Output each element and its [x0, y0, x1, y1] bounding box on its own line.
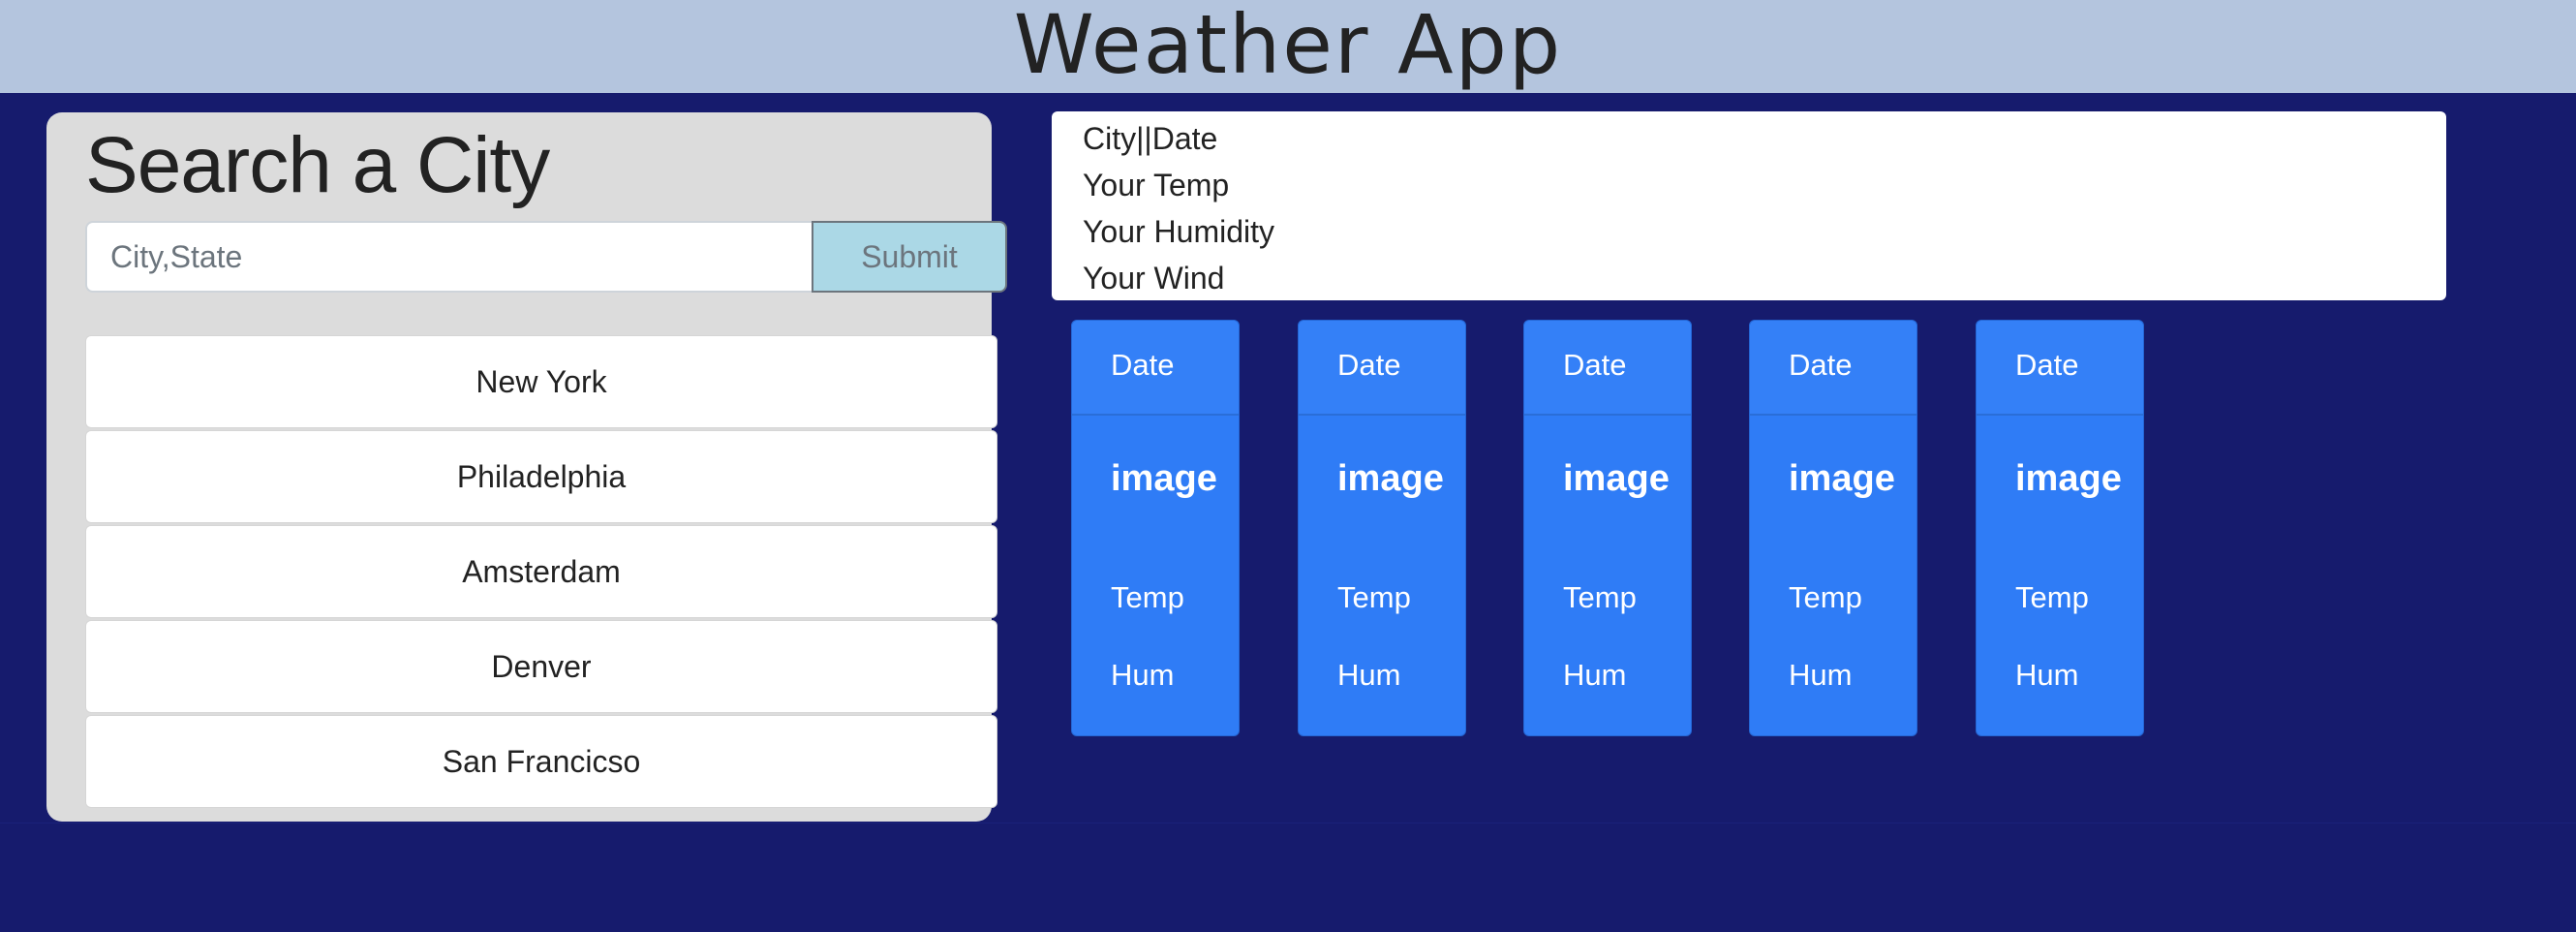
forecast-date: Date [1977, 321, 2143, 416]
forecast-image-placeholder: image [1563, 458, 1670, 499]
current-wind: Your Wind [1083, 261, 1225, 295]
city-item-philadelphia[interactable]: Philadelphia [85, 430, 997, 523]
search-title: Search a City [85, 121, 550, 209]
forecast-card: Date image Temp Hum [1523, 320, 1692, 736]
forecast-date: Date [1524, 321, 1691, 416]
forecast-temp: Temp [1337, 580, 1411, 614]
city-item-san-francisco[interactable]: San Francicso [85, 715, 997, 808]
forecast-card: Date image Temp Hum [1071, 320, 1240, 736]
forecast-card: Date image Temp Hum [1749, 320, 1917, 736]
forecast-image-placeholder: image [1111, 458, 1217, 499]
app-header: Weather App [0, 0, 2576, 93]
city-item-amsterdam[interactable]: Amsterdam [85, 525, 997, 618]
current-temp: Your Temp [1083, 168, 1230, 202]
city-item-new-york[interactable]: New York [85, 335, 997, 428]
forecast-card: Date image Temp Hum [1298, 320, 1466, 736]
forecast-humidity: Hum [2015, 658, 2079, 692]
forecast-image-placeholder: image [1789, 458, 1895, 499]
current-humidity: Your Humidity [1083, 214, 1275, 249]
app-title: Weather App [1013, 0, 1563, 92]
city-item-denver[interactable]: Denver [85, 620, 997, 713]
city-search-input[interactable] [85, 221, 812, 293]
current-weather-panel: City||Date Your Temp Your Humidity Your … [1052, 111, 2446, 300]
forecast-humidity: Hum [1337, 658, 1401, 692]
forecast-humidity: Hum [1789, 658, 1853, 692]
search-panel: Search a City Submit New York Philadelph… [46, 112, 1007, 822]
current-city-date: City||Date [1083, 121, 1218, 156]
forecast-card: Date image Temp Hum [1976, 320, 2144, 736]
forecast-temp: Temp [1563, 580, 1637, 614]
forecast-temp: Temp [1789, 580, 1862, 614]
forecast-image-placeholder: image [2015, 458, 2122, 499]
forecast-temp: Temp [2015, 580, 2089, 614]
forecast-temp: Temp [1111, 580, 1184, 614]
forecast-humidity: Hum [1563, 658, 1627, 692]
forecast-date: Date [1750, 321, 1917, 416]
forecast-date: Date [1299, 321, 1465, 416]
forecast-humidity: Hum [1111, 658, 1175, 692]
forecast-date: Date [1072, 321, 1239, 416]
city-list: New York Philadelphia Amsterdam Denver S… [85, 335, 997, 810]
submit-button[interactable]: Submit [812, 221, 1007, 293]
forecast-image-placeholder: image [1337, 458, 1444, 499]
